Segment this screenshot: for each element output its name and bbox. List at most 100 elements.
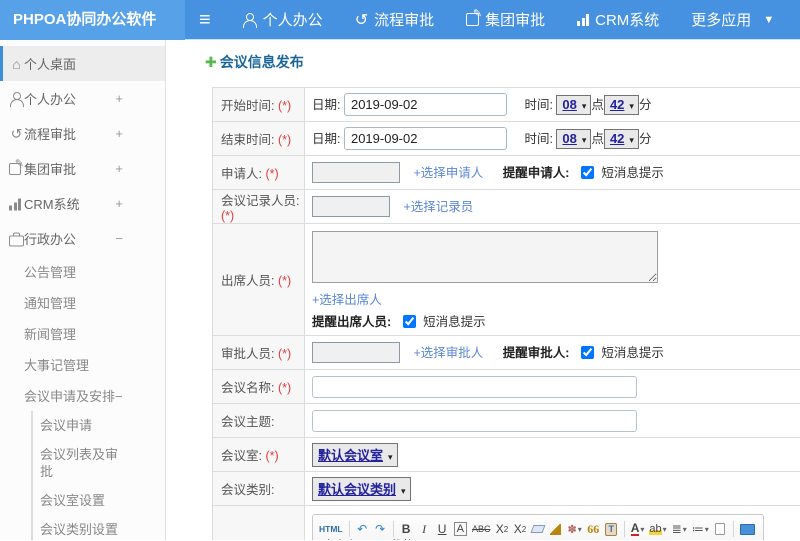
ordered-list-icon: ≣	[671, 522, 682, 536]
page-title-text: 会议信息发布	[219, 54, 304, 70]
minute-suffix: 分	[638, 132, 652, 146]
sidebar-item-meeting-list-approval[interactable]: 会议列表及审批	[33, 440, 125, 486]
sidebar-item-group-approval[interactable]: 集团审批 +	[0, 151, 165, 186]
undo-icon[interactable]: ↶	[354, 519, 371, 539]
fullscreen-button[interactable]	[738, 519, 757, 539]
border-text-button[interactable]: A	[453, 522, 467, 536]
sms-remind-checkbox[interactable]	[402, 315, 416, 328]
italic-button[interactable]: I	[416, 519, 433, 539]
sidebar-item-news-mgmt[interactable]: 新闻管理	[0, 318, 165, 349]
choose-approver-link[interactable]: +选择审批人	[413, 346, 483, 360]
expand-plus-icon[interactable]: +	[115, 196, 123, 211]
recorder-input[interactable]	[312, 196, 390, 217]
collapse-minus-icon[interactable]: −	[115, 231, 123, 246]
sidebar-item-meeting-request-group[interactable]: 会议申请及安排−	[0, 380, 165, 411]
date-label: 日期:	[312, 98, 341, 112]
painter-icon: ✽	[567, 523, 577, 536]
sidebar-item-label: 通知管理	[24, 296, 77, 311]
start-hour-select[interactable]: 08 ▾	[556, 95, 592, 115]
sidebar-item-crm[interactable]: CRM系统 +	[0, 186, 165, 221]
remind-approver-label: 提醒审批人:	[502, 346, 570, 360]
end-date-input[interactable]	[343, 127, 507, 150]
nav-item-group-approval[interactable]: 集团审批	[466, 7, 545, 30]
bold-button[interactable]: B	[398, 519, 415, 539]
caret-down-icon: ▾	[401, 485, 406, 496]
sidebar-item-personal-office[interactable]: 个人办公 +	[0, 81, 165, 116]
form-row-attendees: 出席人员: (*) +选择出席人 提醒出席人员: 短消息提示	[212, 223, 800, 336]
underline-button[interactable]: U	[434, 519, 451, 539]
sms-remind-checkbox[interactable]	[580, 166, 594, 179]
clear-format-button[interactable]	[547, 519, 564, 539]
expand-plus-icon[interactable]: +	[115, 126, 123, 141]
hamburger-menu-icon[interactable]: ≡	[199, 0, 211, 40]
caret-down-icon: ▾	[581, 135, 587, 145]
required-mark: (*)	[265, 449, 279, 463]
start-minute-select[interactable]: 42 ▾	[603, 95, 639, 115]
choose-attendees-link[interactable]: +选择出席人	[312, 293, 382, 307]
nav-item-crm[interactable]: CRM系统	[577, 9, 659, 30]
ordered-list-button[interactable]: ≣ ▾	[670, 519, 689, 539]
form-row-meeting-name: 会议名称: (*)	[212, 369, 800, 404]
blockquote-button[interactable]: 66	[585, 519, 602, 539]
choose-recorder-link[interactable]: +选择记录员	[403, 200, 473, 214]
form-row-approver: 审批人员: (*) +选择审批人 提醒审批人: 短消息提示	[212, 335, 800, 370]
format-painter-button[interactable]: ✽ ▾	[565, 519, 583, 539]
sidebar-item-memorabilia-mgmt[interactable]: 大事记管理	[0, 349, 165, 380]
sms-remind-checkbox[interactable]	[580, 346, 594, 359]
collapse-minus-icon[interactable]: −	[115, 389, 123, 404]
required-mark: (*)	[277, 347, 292, 361]
sidebar-item-admin-office[interactable]: 行政办公 −	[0, 221, 165, 256]
cabinet-icon	[9, 232, 24, 246]
sidebar-item-announcement-mgmt[interactable]: 公告管理	[0, 256, 165, 287]
field-label: 出席人员:	[221, 274, 275, 288]
new-page-button[interactable]	[712, 519, 729, 539]
strikethrough-button[interactable]: ABC	[470, 519, 493, 539]
subscript-button[interactable]: X2	[511, 519, 528, 539]
nav-item-more-apps[interactable]: 更多应用 ▼	[691, 9, 774, 30]
caret-down-icon: ▼	[763, 13, 775, 26]
sidebar-item-workflow-approval[interactable]: ↺ 流程审批 +	[0, 116, 165, 151]
sidebar-item-notice-mgmt[interactable]: 通知管理	[0, 287, 165, 318]
sidebar-item-meeting-request[interactable]: 会议申请	[33, 411, 125, 440]
caret-down-icon: ▾	[629, 135, 634, 145]
redo-icon[interactable]: ↷	[372, 519, 389, 539]
nav-label: 更多应用	[691, 12, 752, 29]
start-date-input[interactable]	[343, 93, 507, 116]
meeting-topic-input[interactable]	[312, 409, 637, 432]
superscript-button[interactable]: X2	[493, 519, 510, 539]
sidebar-item-meeting-room-settings[interactable]: 会议室设置	[33, 486, 125, 515]
end-minute-select[interactable]: 42 ▾	[603, 129, 639, 149]
sidebar-item-personal-desktop[interactable]: ⌂ 个人桌面	[0, 46, 165, 81]
expand-plus-icon[interactable]: +	[115, 161, 123, 176]
font-color-button[interactable]: A ▾	[629, 519, 647, 539]
paste-button[interactable]: T	[603, 519, 620, 539]
meeting-room-select[interactable]: 默认会议室 ▾	[312, 442, 398, 467]
sidebar-item-label: 会议申请	[40, 418, 93, 433]
caret-down-icon: ▾	[640, 524, 645, 534]
nav-item-workflow-approval[interactable]: ↺ 流程审批	[355, 9, 434, 30]
highlight-color-button[interactable]: ab ▾	[647, 519, 668, 539]
sidebar-item-meeting-type-settings[interactable]: 会议类别设置	[33, 515, 125, 540]
sidebar-item-label: CRM系统	[24, 197, 80, 212]
hour-suffix: 点	[591, 132, 604, 146]
form-row-meeting-room: 会议室: (*) 默认会议室 ▾	[212, 437, 800, 472]
eraser-button[interactable]	[529, 519, 546, 539]
toolbar-separator	[623, 521, 625, 537]
form-row-content-editor: HTML ↶ ↷ B I U A ABC X2 X 2 ✽ ▾ 66 T A ▾…	[212, 505, 800, 540]
expand-plus-icon[interactable]: +	[115, 91, 123, 106]
meeting-name-input[interactable]	[312, 375, 637, 398]
end-hour-select[interactable]: 08 ▾	[556, 129, 592, 149]
bullet-list-button[interactable]: ≔ ▾	[690, 519, 711, 539]
html-source-button[interactable]: HTML	[317, 519, 345, 539]
field-label: 会议主题:	[221, 415, 275, 429]
applicant-input[interactable]	[312, 162, 400, 183]
attendees-textarea[interactable]	[312, 231, 658, 283]
nav-label: CRM系统	[595, 12, 660, 29]
nav-item-personal-office[interactable]: 个人办公	[243, 9, 323, 30]
choose-applicant-link[interactable]: +选择申请人	[413, 166, 483, 180]
page-title: ✚ 会议信息发布	[205, 52, 800, 72]
caret-down-icon: ▾	[682, 524, 687, 534]
meeting-type-select[interactable]: 默认会议类别 ▾	[312, 476, 411, 501]
caret-down-icon: ▾	[577, 524, 582, 534]
approver-input[interactable]	[312, 342, 400, 363]
